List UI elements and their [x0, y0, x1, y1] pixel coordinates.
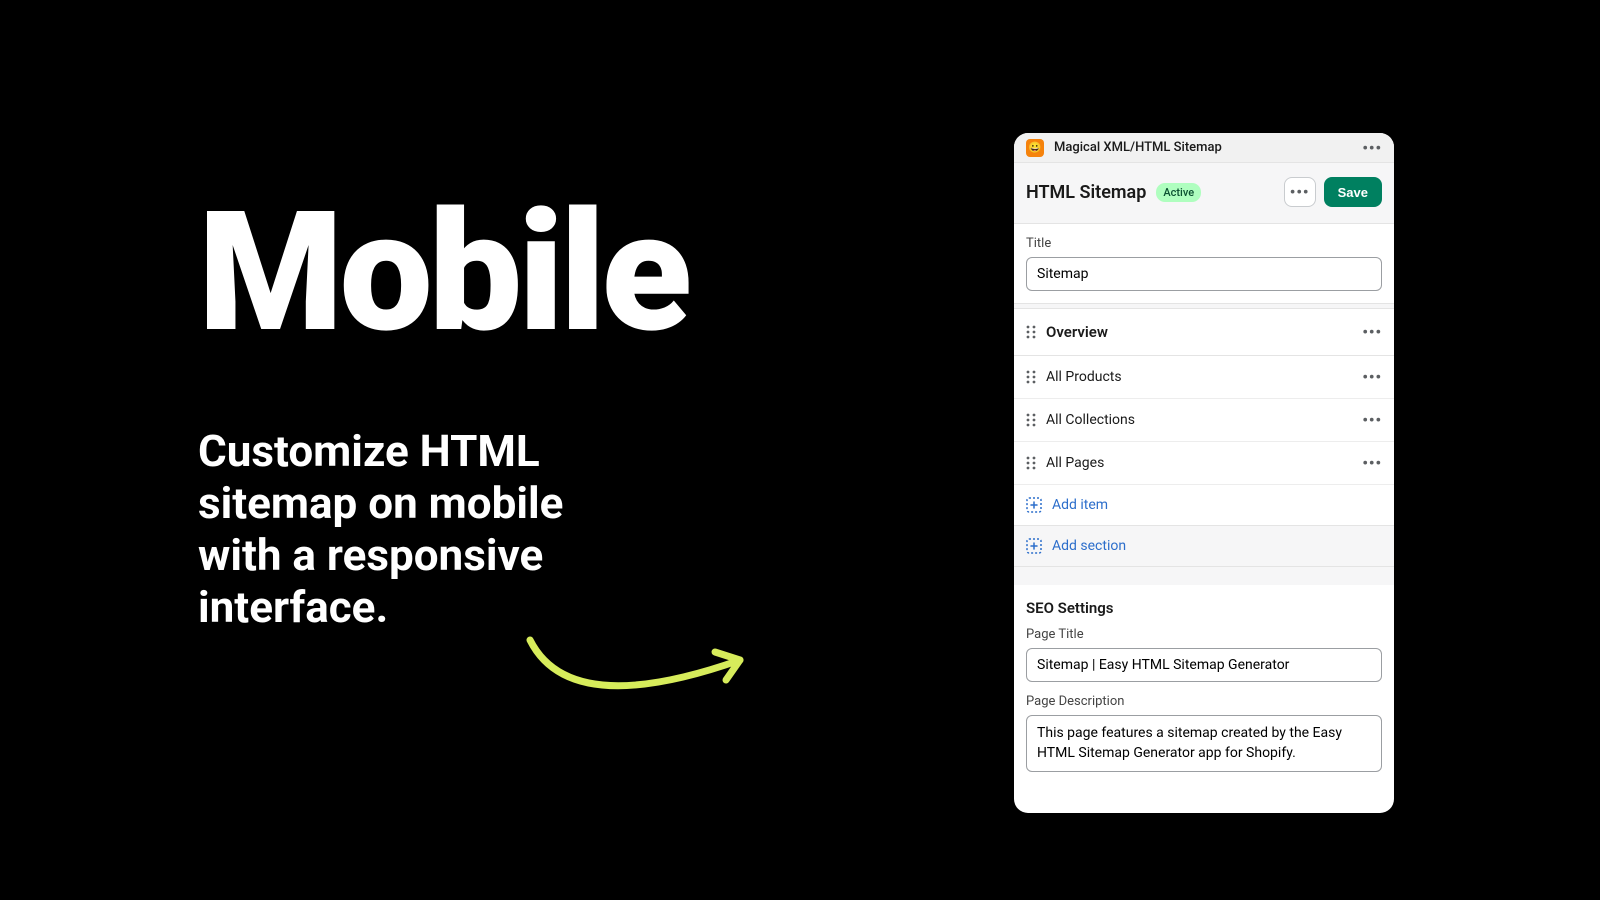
- hero-subtitle: Customize HTML sitemap on mobile with a …: [198, 426, 598, 634]
- drag-handle-icon[interactable]: [1026, 325, 1036, 339]
- hero: Mobile Customize HTML sitemap on mobile …: [198, 190, 688, 634]
- add-section-button[interactable]: Add section: [1014, 525, 1394, 567]
- drag-handle-icon[interactable]: [1026, 456, 1036, 470]
- mobile-preview: 😀 Magical XML/HTML Sitemap ••• HTML Site…: [1014, 133, 1394, 813]
- page-title: HTML Sitemap: [1026, 182, 1146, 203]
- overview-row[interactable]: Overview •••: [1014, 309, 1394, 355]
- title-section: Title: [1014, 224, 1394, 303]
- block-item-actions-button[interactable]: •••: [1362, 454, 1382, 472]
- section-gap: [1014, 567, 1394, 585]
- app-icon: 😀: [1026, 139, 1044, 157]
- block-item-label: All Collections: [1046, 412, 1135, 428]
- drag-handle-icon[interactable]: [1026, 370, 1036, 384]
- app-statusbar: 😀 Magical XML/HTML Sitemap •••: [1014, 133, 1394, 163]
- add-item-icon: [1026, 497, 1042, 513]
- block-item[interactable]: All Products •••: [1014, 356, 1394, 398]
- drag-handle-icon[interactable]: [1026, 413, 1036, 427]
- block-item-label: All Pages: [1046, 455, 1104, 471]
- block-item-actions-button[interactable]: •••: [1362, 411, 1382, 429]
- block-item-label: All Products: [1046, 369, 1122, 385]
- app-menu-button[interactable]: •••: [1362, 139, 1382, 157]
- seo-page-description-input[interactable]: [1026, 715, 1382, 772]
- add-section-icon: [1026, 538, 1042, 554]
- page-header: HTML Sitemap Active ••• Save: [1014, 163, 1394, 224]
- seo-section: SEO Settings Page Title Page Description: [1014, 585, 1394, 788]
- app-name: Magical XML/HTML Sitemap: [1054, 140, 1222, 155]
- add-item-button[interactable]: Add item: [1014, 484, 1394, 525]
- header-actions: ••• Save: [1284, 177, 1382, 207]
- overview-label: Overview: [1046, 323, 1108, 341]
- block-item[interactable]: All Collections •••: [1014, 398, 1394, 441]
- seo-heading: SEO Settings: [1014, 585, 1394, 619]
- arrow-icon: [510, 620, 780, 720]
- more-icon: •••: [1290, 183, 1310, 201]
- seo-page-description-label: Page Description: [1026, 694, 1382, 709]
- page-actions-button[interactable]: •••: [1284, 177, 1316, 207]
- seo-page-title-input[interactable]: [1026, 648, 1382, 682]
- add-section-label: Add section: [1052, 538, 1126, 554]
- hero-title: Mobile: [198, 190, 688, 356]
- block-item-actions-button[interactable]: •••: [1362, 368, 1382, 386]
- title-input[interactable]: [1026, 257, 1382, 291]
- status-badge: Active: [1156, 183, 1201, 202]
- seo-page-title-label: Page Title: [1026, 627, 1382, 642]
- overview-actions-button[interactable]: •••: [1362, 323, 1382, 341]
- save-button[interactable]: Save: [1324, 177, 1382, 207]
- blocks-section: Overview ••• All Products ••• All Collec…: [1014, 309, 1394, 567]
- add-item-label: Add item: [1052, 497, 1108, 513]
- title-label: Title: [1026, 236, 1382, 251]
- block-item[interactable]: All Pages •••: [1014, 441, 1394, 484]
